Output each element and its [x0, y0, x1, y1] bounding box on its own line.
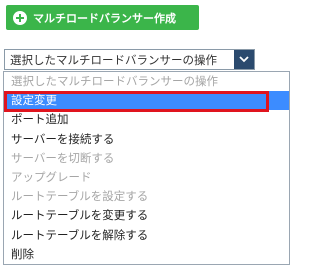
- operation-select-value: 選択したマルチロードバランサーの操作: [10, 52, 217, 67]
- dropdown-option[interactable]: 設定変更: [4, 91, 289, 111]
- chevron-down-icon[interactable]: [234, 50, 254, 69]
- create-button-label: マルチロードバランサー作成: [33, 11, 176, 25]
- dropdown-option[interactable]: ルートテーブルを解除する: [4, 226, 289, 245]
- operation-select[interactable]: 選択したマルチロードバランサーの操作: [4, 49, 255, 70]
- dropdown-option: 選択したマルチロードバランサーの操作: [11, 74, 218, 88]
- create-multi-load-balancer-button[interactable]: マルチロードバランサー作成: [6, 5, 199, 30]
- dropdown-option: サーバーを切断する: [11, 150, 115, 165]
- dropdown-option: ルートテーブルを設定する: [11, 189, 149, 204]
- dropdown-option[interactable]: 削除: [4, 245, 289, 264]
- operation-dropdown-list: 選択したマルチロードバランサーの操作設定変更 ポート追加 サーバーを接続する サーバー…: [3, 71, 290, 265]
- plus-circle-icon: [13, 10, 27, 25]
- dropdown-option[interactable]: サーバーを接続する: [4, 130, 289, 149]
- dropdown-option[interactable]: ポート追加: [4, 110, 289, 129]
- dropdown-option[interactable]: ルートテーブルを変更する: [4, 206, 289, 225]
- dropdown-option: アップグレード: [11, 169, 92, 184]
